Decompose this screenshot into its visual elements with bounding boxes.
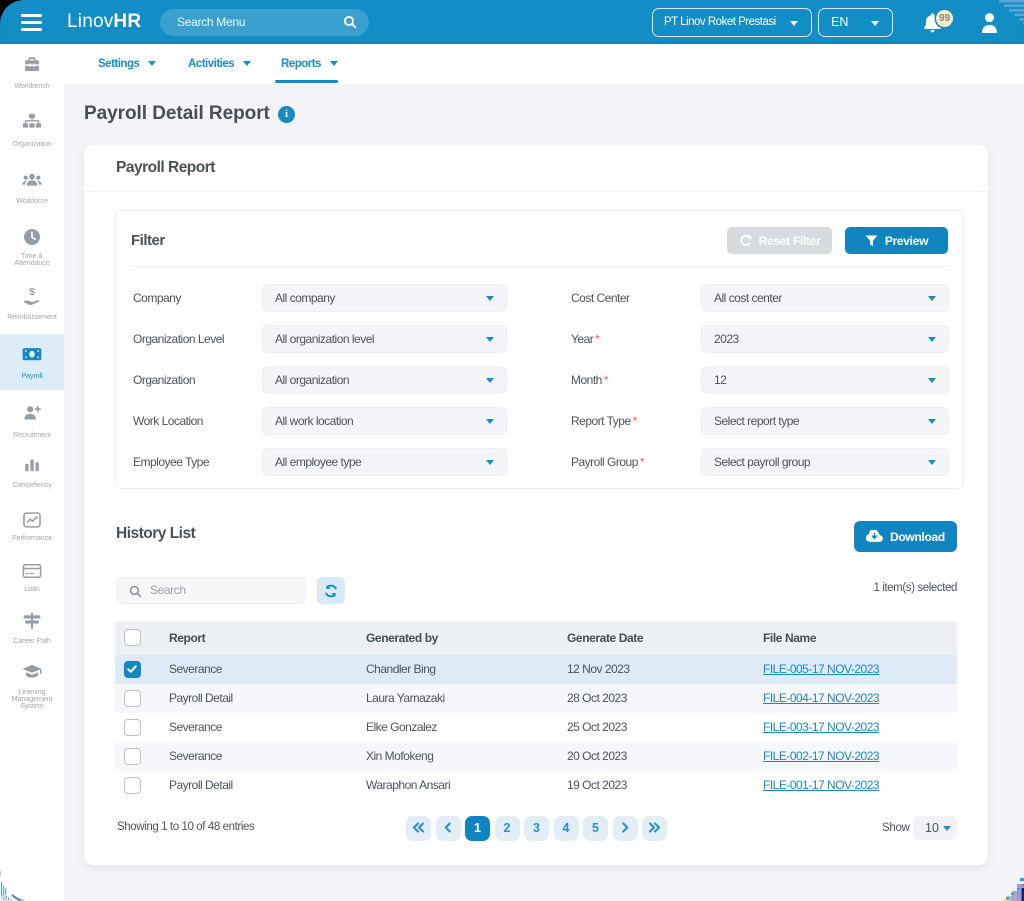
svg-text:$: $	[29, 287, 35, 298]
